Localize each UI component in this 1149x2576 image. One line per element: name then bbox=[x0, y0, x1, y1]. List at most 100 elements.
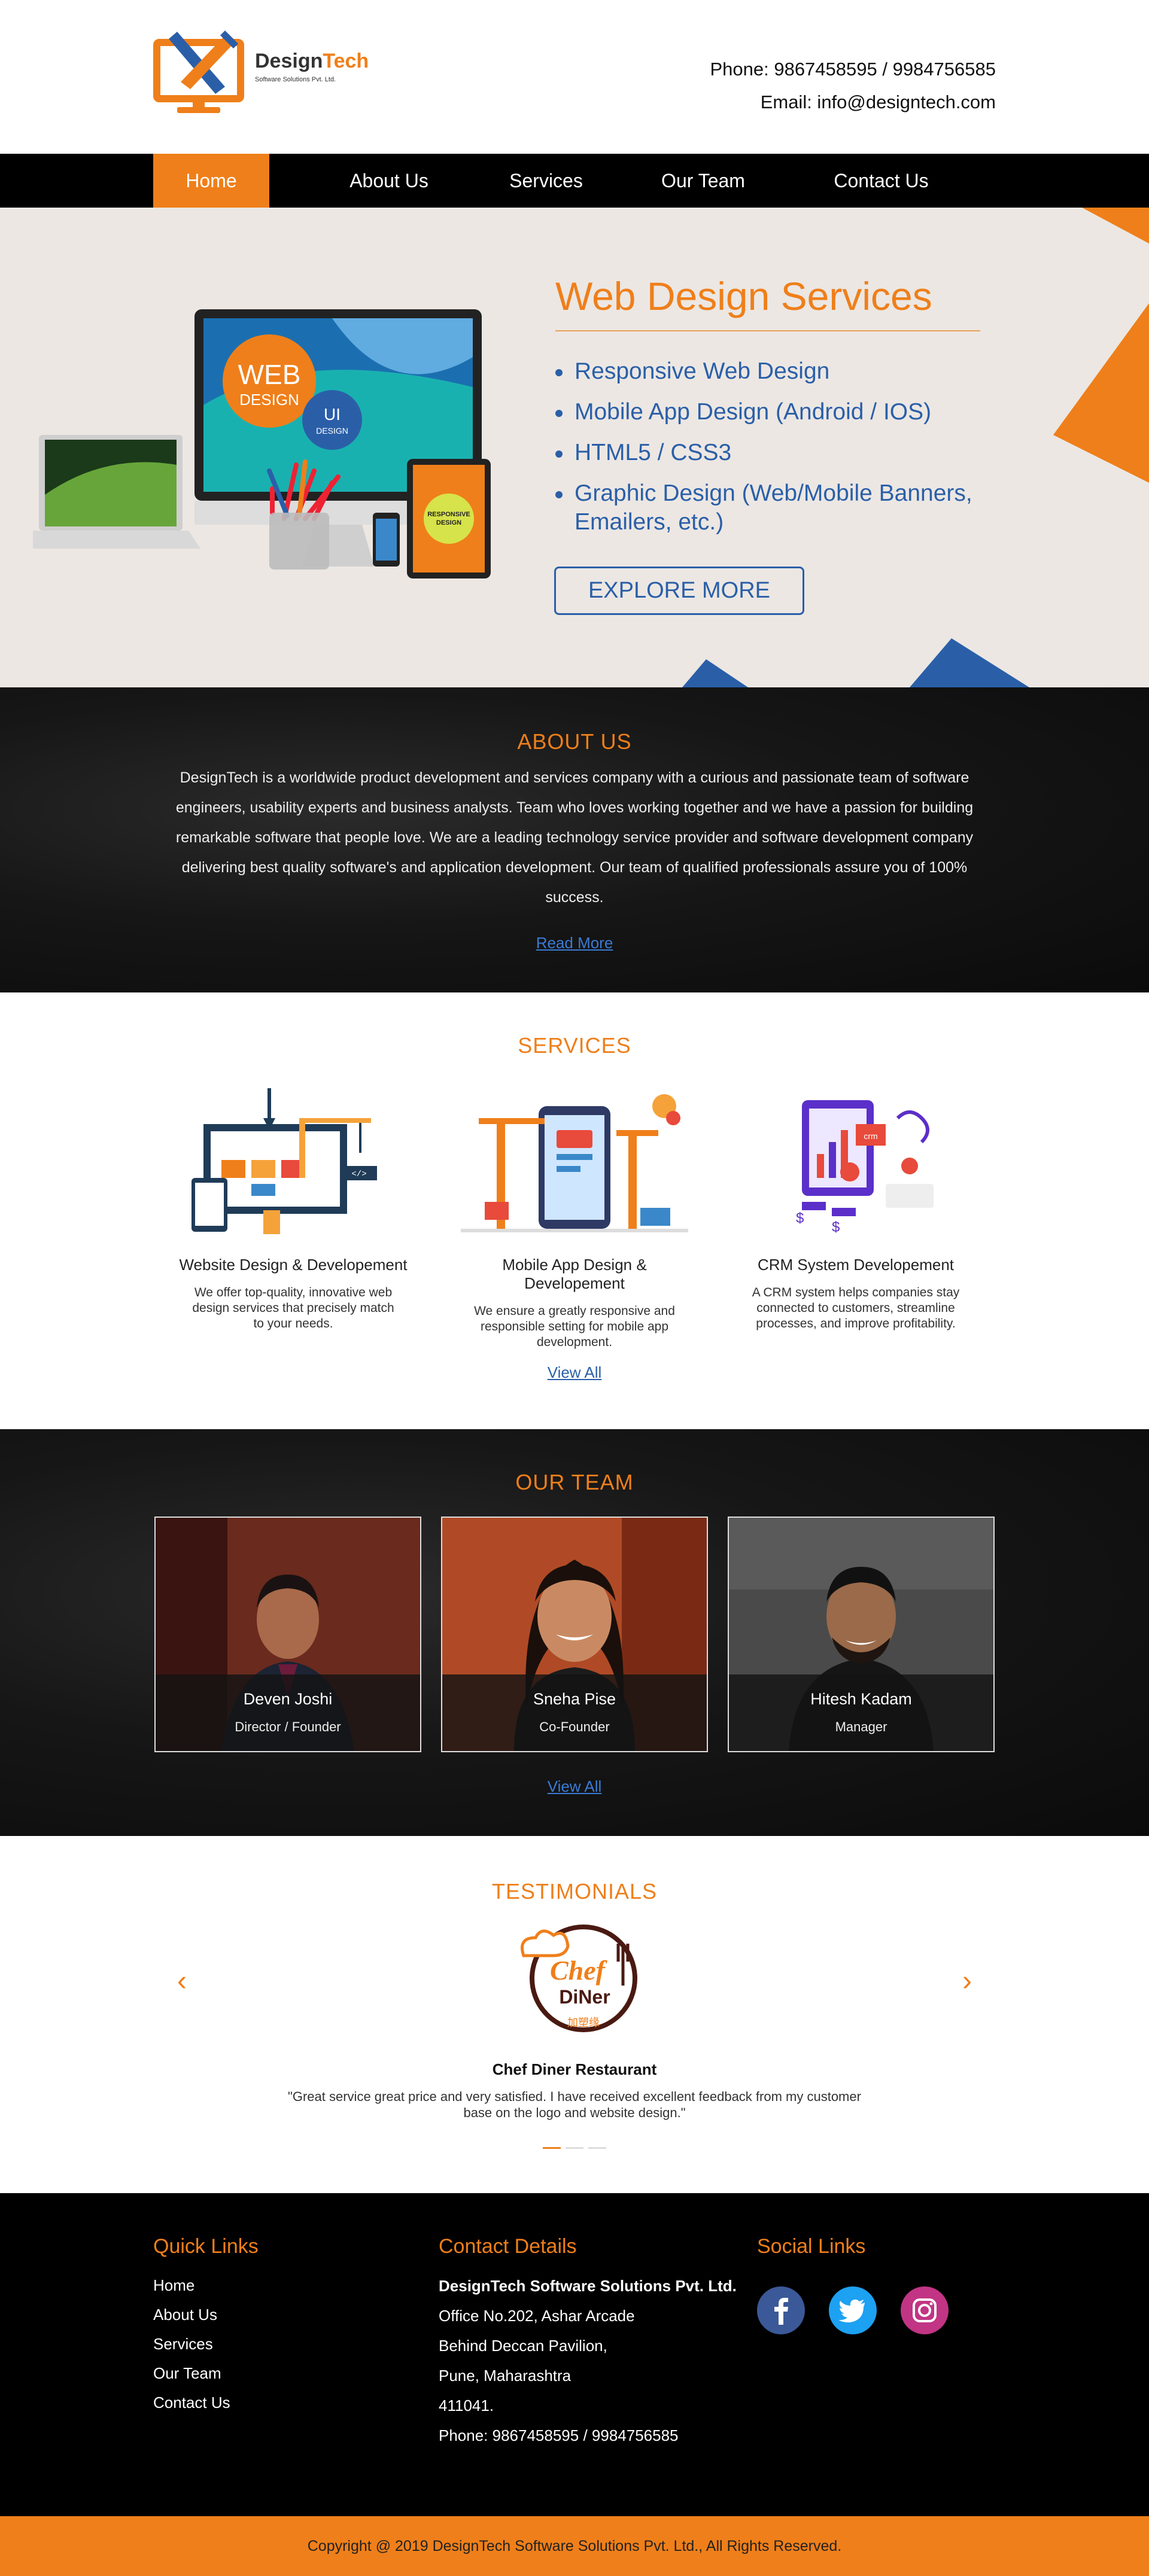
svg-text:crm: crm bbox=[864, 1131, 877, 1141]
facebook-icon[interactable] bbox=[757, 2286, 805, 2334]
svg-text:</>: </> bbox=[351, 1170, 366, 1179]
contact-details-title: Contact Details bbox=[439, 2235, 577, 2258]
logo-tagline: Software Solutions Pvt. Ltd. bbox=[255, 76, 336, 83]
ui-badge-subtext: DESIGN bbox=[316, 426, 348, 436]
testimonial-author: Chef Diner Restaurant bbox=[492, 2060, 657, 2078]
logo-word-chef: Chef bbox=[550, 1955, 608, 1986]
chef-diner-logo: Chef DiNer 加塑缘 bbox=[521, 1925, 637, 2032]
logo-word-design: Design bbox=[255, 50, 323, 72]
site-footer: Quick Links Home About Us Services Our T… bbox=[0, 2193, 1149, 2516]
twitter-icon[interactable] bbox=[829, 2286, 877, 2334]
nav-item-home[interactable]: Home bbox=[153, 154, 269, 208]
read-more-link[interactable]: Read More bbox=[0, 934, 1149, 952]
social-links-title: Social Links bbox=[757, 2235, 866, 2258]
footer-link-home[interactable]: Home bbox=[153, 2271, 230, 2300]
logo-word-chinese: 加塑缘 bbox=[567, 2017, 600, 2029]
footer-phone: Phone: 9867458595 / 9984756585 bbox=[439, 2426, 679, 2444]
nav-item-team[interactable]: Our Team bbox=[643, 154, 763, 208]
resp-badge-text-2: DESIGN bbox=[436, 519, 461, 526]
address-line: Behind Deccan Pavilion, bbox=[439, 2337, 607, 2355]
team-member-role: Manager bbox=[835, 1719, 887, 1734]
logo-word-diner: DiNer bbox=[559, 1986, 610, 2008]
services-title: SERVICES bbox=[518, 1033, 631, 1058]
svg-text:$: $ bbox=[796, 1210, 804, 1226]
footer-link-contact[interactable]: Contact Us bbox=[153, 2388, 230, 2417]
crm-illustration: crm $ $ bbox=[796, 1100, 934, 1235]
about-text: DesignTech is a worldwide product develo… bbox=[175, 769, 974, 906]
service-name: Website Design & Developement bbox=[179, 1256, 408, 1274]
testimonial-quote: "Great service great price and very sati… bbox=[288, 2089, 861, 2120]
footer-link-team[interactable]: Our Team bbox=[153, 2359, 230, 2388]
footer-link-services[interactable]: Services bbox=[153, 2330, 230, 2359]
team-member-role: Director / Founder bbox=[235, 1719, 341, 1734]
mobile-app-illustration bbox=[461, 1094, 688, 1232]
resp-badge-text: RESPONSIVE bbox=[427, 511, 470, 518]
logo-word-tech: Tech bbox=[323, 50, 369, 72]
carousel-dot[interactable] bbox=[588, 2147, 606, 2149]
contact-details: DesignTech Software Solutions Pvt. Ltd. … bbox=[439, 2271, 738, 2450]
site-header: DesignTech Software Solutions Pvt. Ltd. … bbox=[0, 0, 1149, 154]
carousel-prev-chevron-icon[interactable]: ‹ bbox=[177, 1965, 187, 1998]
carousel-dot[interactable] bbox=[566, 2147, 583, 2149]
company-name: DesignTech Software Solutions Pvt. Ltd. bbox=[439, 2277, 737, 2295]
team-card[interactable]: Hitesh Kadam Manager bbox=[728, 1517, 995, 1752]
nav-item-contact[interactable]: Contact Us bbox=[817, 154, 946, 208]
header-email[interactable]: Email: info@designtech.com bbox=[710, 86, 996, 118]
testimonials-section: TESTIMONIALS ‹ › Chef DiNer 加塑缘 Chef Din… bbox=[0, 1836, 1149, 2193]
main-nav: Home About Us Services Our Team Contact … bbox=[0, 154, 1149, 208]
footer-link-about[interactable]: About Us bbox=[153, 2300, 230, 2330]
hero-bullet: Graphic Design (Web/Mobile Banners, Emai… bbox=[555, 479, 1010, 537]
address-line: 411041. bbox=[439, 2397, 494, 2414]
web-badge-subtext: DESIGN bbox=[239, 391, 299, 409]
instagram-icon[interactable] bbox=[901, 2286, 949, 2334]
service-name: Mobile App Design & Developement bbox=[502, 1256, 647, 1292]
carousel-next-chevron-icon[interactable]: › bbox=[962, 1965, 972, 1998]
team-card-caption: Hitesh Kadam Manager bbox=[729, 1674, 993, 1751]
address-line: Pune, Maharashtra bbox=[439, 2367, 572, 2385]
hero-divider bbox=[555, 330, 980, 331]
team-card[interactable]: Deven Joshi Director / Founder bbox=[154, 1517, 421, 1752]
services-view-all-link[interactable]: View All bbox=[0, 1363, 1149, 1382]
logo-monitor-icon bbox=[153, 31, 244, 113]
hero-title: Web Design Services bbox=[555, 274, 932, 318]
hero-bullet: Responsive Web Design bbox=[555, 357, 1010, 386]
service-description: A CRM system helps companies stay connec… bbox=[752, 1286, 960, 1330]
copyright-bar: Copyright @ 2019 DesignTech Software Sol… bbox=[0, 2516, 1149, 2576]
brand-logo[interactable]: DesignTech Software Solutions Pvt. Ltd. bbox=[153, 27, 369, 123]
explore-more-button[interactable]: EXPLORE MORE bbox=[554, 567, 804, 615]
service-name: CRM System Developement bbox=[758, 1256, 954, 1274]
service-description: We ensure a greatly responsive and respo… bbox=[474, 1304, 675, 1349]
team-member-role: Co-Founder bbox=[539, 1719, 610, 1734]
service-card-mobile[interactable]: Mobile App Design & Developement We ensu… bbox=[455, 1082, 694, 1350]
hero-bullet-list: Responsive Web Design Mobile App Design … bbox=[555, 357, 1010, 549]
team-view-all-link[interactable]: View All bbox=[0, 1777, 1149, 1796]
nav-item-about[interactable]: About Us bbox=[326, 154, 452, 208]
ui-badge-text: UI bbox=[324, 405, 341, 424]
svg-text:$: $ bbox=[832, 1219, 840, 1235]
service-card-crm[interactable]: crm $ $ CRM System Developement A CRM sy… bbox=[736, 1082, 975, 1332]
about-title: ABOUT US bbox=[517, 729, 632, 754]
team-member-name: Deven Joshi bbox=[243, 1690, 333, 1708]
service-card-web[interactable]: </> Website Design & Developement We off… bbox=[174, 1082, 413, 1332]
services-section: SERVICES </> Website Design & Developeme… bbox=[0, 992, 1149, 1429]
hero-devices: RESPONSIVE DESIGN WEB DESIGN UI DESIGN bbox=[33, 309, 491, 578]
team-member-name: Hitesh Kadam bbox=[810, 1690, 912, 1708]
header-contact: Phone: 9867458595 / 9984756585 Email: in… bbox=[710, 53, 996, 118]
about-section: ABOUT US DesignTech is a worldwide produ… bbox=[0, 687, 1149, 992]
quick-links-title: Quick Links bbox=[153, 2235, 259, 2258]
carousel-indicators bbox=[0, 2141, 1149, 2152]
nav-item-services[interactable]: Services bbox=[491, 154, 601, 208]
carousel-dot[interactable] bbox=[543, 2147, 561, 2149]
team-card-caption: Deven Joshi Director / Founder bbox=[156, 1674, 420, 1751]
web-badge-text: WEB bbox=[238, 359, 301, 390]
service-description: We offer top-quality, innovative web des… bbox=[192, 1286, 394, 1330]
web-design-illustration: </> bbox=[192, 1088, 377, 1234]
team-card[interactable]: Sneha Pise Co-Founder bbox=[441, 1517, 708, 1752]
team-title: OUR TEAM bbox=[515, 1470, 634, 1494]
hero-bullet: Mobile App Design (Android / IOS) bbox=[555, 398, 1010, 427]
hero-bullet: HTML5 / CSS3 bbox=[555, 439, 1010, 467]
header-phone: Phone: 9867458595 / 9984756585 bbox=[710, 59, 996, 80]
team-card-caption: Sneha Pise Co-Founder bbox=[442, 1674, 707, 1751]
team-member-name: Sneha Pise bbox=[533, 1690, 616, 1708]
testimonials-title: TESTIMONIALS bbox=[491, 1879, 658, 1904]
